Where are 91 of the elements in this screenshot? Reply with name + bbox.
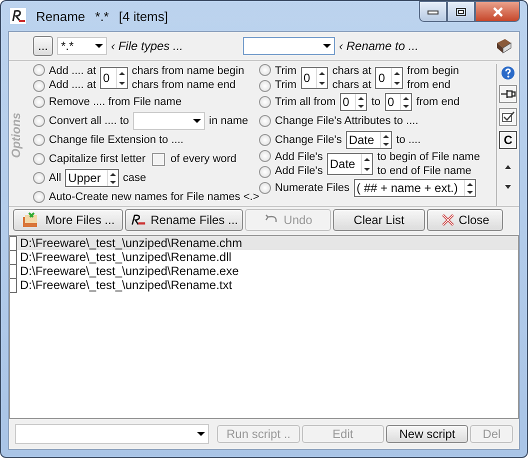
radio-button[interactable] (258, 182, 271, 194)
option-label: Convert all .... to (48, 115, 130, 127)
help-icon[interactable] (501, 66, 516, 80)
action-button[interactable]: Close (427, 209, 503, 231)
item-count: [4 items] (118, 8, 168, 24)
option-label: Auto-Create new names for File names <.> (48, 191, 260, 203)
option-label: from end (407, 78, 452, 92)
file-types-label: ‹ File types ... (111, 39, 184, 53)
window-filter: *.* (95, 8, 109, 24)
file-types-dropdown[interactable]: *.* (57, 37, 107, 55)
app-logo-icon (10, 8, 26, 24)
file-row[interactable]: D:\Freeware\_test_\unziped\Rename.chm (10, 236, 518, 250)
radio-button[interactable] (32, 96, 45, 108)
option-label: Trim (274, 64, 297, 78)
browse-button[interactable]: ... (33, 36, 53, 56)
radio-button[interactable] (258, 166, 271, 178)
option-label: case (122, 172, 146, 184)
option-label: Capitalize first letter (48, 153, 146, 165)
spin-field[interactable]: 0 (375, 67, 404, 89)
option-label: Numerate Files (274, 182, 350, 194)
option-label: Remove .... from File name (48, 96, 182, 108)
radio-button[interactable] (32, 134, 45, 146)
option-label: chars at (332, 78, 372, 92)
radio-button[interactable] (258, 96, 271, 108)
convert-dropdown[interactable] (133, 112, 206, 130)
radio-button[interactable] (32, 191, 45, 203)
file-row[interactable]: D:\Freeware\_test_\unziped\Rename.dll (10, 250, 518, 264)
clear-options-button[interactable]: C (499, 131, 518, 149)
book-icon[interactable] (495, 37, 513, 55)
spin-field[interactable]: 0 (300, 67, 328, 89)
radio-button[interactable] (32, 80, 45, 92)
action-button[interactable]: More Files ... (13, 209, 123, 231)
file-row[interactable]: D:\Freeware\_test_\unziped\Rename.exe (10, 264, 518, 278)
radio-button[interactable] (32, 115, 45, 127)
option-label: to .... (396, 134, 421, 146)
script-button[interactable]: New script (386, 425, 468, 443)
option-label: in name (209, 115, 248, 127)
option-label: Add .... at (48, 78, 96, 92)
spin-field[interactable]: 0 (340, 93, 368, 111)
close-button[interactable] (475, 1, 520, 22)
minimize-icon (427, 8, 439, 14)
spin-field[interactable]: Date (346, 131, 392, 149)
checkbox[interactable] (152, 152, 165, 166)
option-label: from end (416, 96, 460, 108)
maximize-button[interactable] (447, 1, 475, 22)
option-label: Change File's (274, 134, 342, 146)
spin-field[interactable]: Upper (65, 169, 119, 187)
rename-to-dropdown[interactable] (243, 37, 336, 55)
close-icon (440, 213, 455, 227)
spin-field[interactable]: 0 (100, 67, 128, 89)
minimize-button[interactable] (419, 1, 447, 22)
file-row[interactable]: D:\Freeware\_test_\unziped\Rename.txt (10, 278, 518, 292)
radio-button[interactable] (258, 64, 271, 76)
option-label: chars at (332, 64, 372, 78)
spin-field[interactable]: Date (326, 153, 374, 175)
radio-button[interactable] (32, 172, 45, 184)
option-label: Change file Extension to .... (48, 134, 184, 146)
radio-button[interactable] (258, 134, 271, 146)
spin-field[interactable]: ( ## + name + ext.) (354, 179, 476, 197)
option-label: Trim (274, 78, 297, 92)
option-label: to begin of File name (377, 150, 480, 164)
radio-button[interactable] (32, 64, 45, 76)
option-label: Add File's (274, 150, 323, 164)
action-button[interactable]: Clear List (333, 209, 425, 231)
app-logo-icon (130, 212, 147, 228)
radio-button[interactable] (32, 153, 45, 165)
checklist-button[interactable] (499, 108, 518, 126)
option-label: from begin (407, 64, 460, 78)
action-button[interactable]: Rename Files ... (125, 209, 243, 231)
option-label: of every word (170, 153, 237, 165)
option-label: Change File's Attributes to .... (274, 115, 418, 127)
window-title: Rename (36, 8, 86, 24)
option-label: to (371, 96, 380, 108)
option-label: Trim all from (274, 96, 336, 108)
radio-button[interactable] (258, 150, 271, 162)
maximize-icon (455, 6, 467, 16)
rename-to-label: ‹ Rename to ... (339, 39, 418, 53)
options-label: Options (9, 111, 24, 160)
spin-field[interactable]: 0 (384, 93, 412, 111)
close-icon (492, 6, 504, 16)
radio-button[interactable] (258, 80, 271, 92)
scroll-arrows-icon[interactable] (504, 164, 512, 190)
radio-button[interactable] (258, 115, 271, 127)
pin-button[interactable] (499, 85, 518, 103)
option-label: chars from name begin (132, 64, 244, 78)
script-dropdown[interactable] (15, 424, 210, 444)
option-label: Add .... at (48, 64, 96, 78)
option-label: to end of File name (377, 164, 472, 178)
option-label: Add File's (274, 164, 323, 178)
option-label: All (48, 172, 62, 184)
option-label: chars from name end (132, 78, 237, 92)
